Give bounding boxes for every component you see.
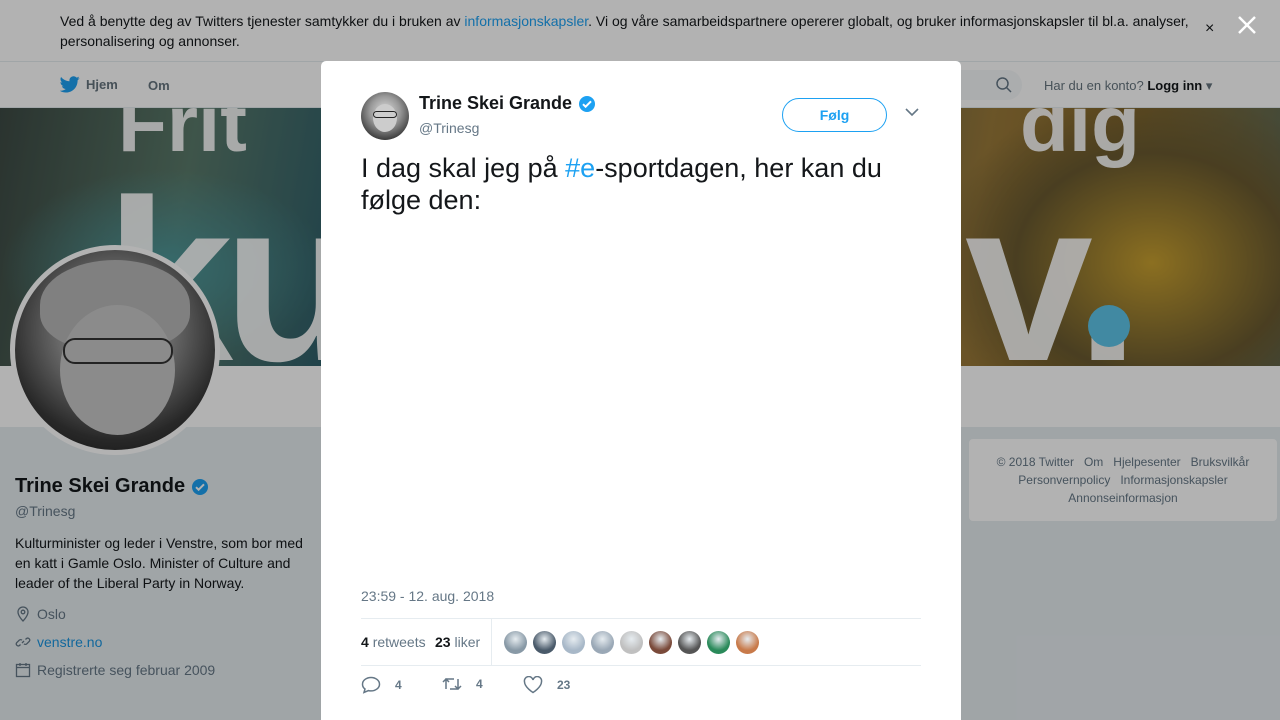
reply-icon xyxy=(361,676,381,694)
avatar-glasses xyxy=(373,111,397,118)
retweets-stat[interactable]: 4 retweets xyxy=(361,634,426,650)
hashtag-link[interactable]: #e xyxy=(565,153,595,183)
chevron-down-icon[interactable] xyxy=(905,107,919,117)
liker-avatar[interactable] xyxy=(707,631,730,654)
liker-avatar[interactable] xyxy=(736,631,759,654)
tweet-author-avatar[interactable] xyxy=(361,92,409,140)
reply-button[interactable]: 4 xyxy=(361,676,402,694)
liker-avatar[interactable] xyxy=(591,631,614,654)
retweets-label: retweets xyxy=(372,634,426,650)
likes-stat[interactable]: 23 liker xyxy=(435,634,480,650)
tweet-timestamp[interactable]: 23:59 - 12. aug. 2018 xyxy=(361,588,494,604)
liker-avatar[interactable] xyxy=(504,631,527,654)
liker-avatar[interactable] xyxy=(678,631,701,654)
avatar-face xyxy=(373,104,397,132)
heart-icon xyxy=(523,676,543,694)
tweet-text-before: I dag skal jeg på xyxy=(361,153,566,183)
tweet-actions: 4 4 23 xyxy=(361,676,921,698)
tweet-modal: Trine Skei Grande @Trinesg Følg I dag sk… xyxy=(321,61,961,720)
retweet-icon xyxy=(442,677,462,691)
liker-avatars xyxy=(504,631,759,654)
retweets-count: 4 xyxy=(361,634,369,650)
retweet-count: 4 xyxy=(476,677,483,691)
tweet-text: I dag skal jeg på #e-sportdagen, her kan… xyxy=(361,152,921,216)
reply-count: 4 xyxy=(395,678,402,692)
like-count: 23 xyxy=(557,678,571,692)
divider xyxy=(491,619,492,666)
like-button[interactable]: 23 xyxy=(523,676,570,694)
follow-button[interactable]: Følg xyxy=(782,98,887,132)
liker-avatar[interactable] xyxy=(562,631,585,654)
close-icon[interactable] xyxy=(1234,12,1260,38)
tweet-author-handle[interactable]: @Trinesg xyxy=(419,120,479,136)
liker-avatar[interactable] xyxy=(649,631,672,654)
likes-label: liker xyxy=(454,634,481,650)
tweet-author-name[interactable]: Trine Skei Grande xyxy=(419,93,596,114)
retweet-button[interactable]: 4 xyxy=(442,676,483,692)
tweet-stats: 4 retweets 23 liker xyxy=(361,618,921,666)
liker-avatar[interactable] xyxy=(620,631,643,654)
tweet-author-name-text: Trine Skei Grande xyxy=(419,93,573,113)
liker-avatar[interactable] xyxy=(533,631,556,654)
likes-count: 23 xyxy=(435,634,451,650)
verified-badge-icon xyxy=(579,95,596,112)
